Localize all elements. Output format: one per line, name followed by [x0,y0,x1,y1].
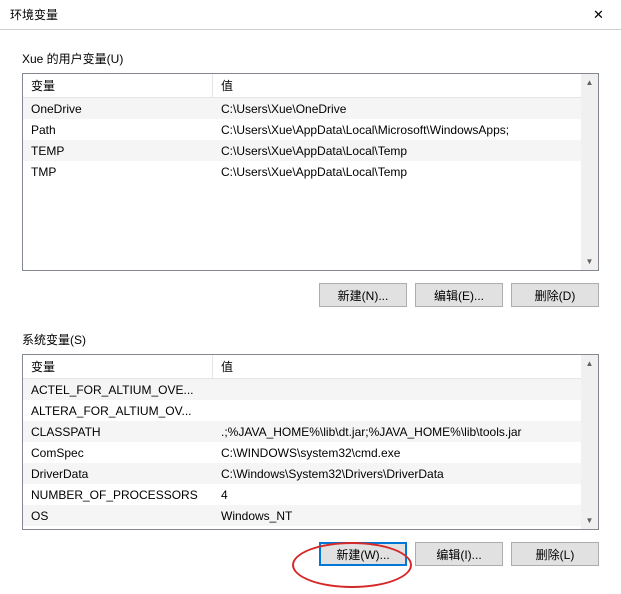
var-value [213,388,598,392]
var-value: C:\Windows\System32\Drivers\DriverData [213,465,598,483]
system-vars-table[interactable]: 变量 值 ACTEL_FOR_ALTIUM_OVE... ALTERA_FOR_… [22,354,599,530]
system-edit-button[interactable]: 编辑(I)... [415,542,503,566]
var-value: C:\WINDOWS\system32\cmd.exe [213,444,598,462]
var-name: OneDrive [23,100,213,118]
user-edit-button[interactable]: 编辑(E)... [415,283,503,307]
table-row[interactable]: OneDrive C:\Users\Xue\OneDrive [23,98,598,119]
table-row[interactable]: ALTERA_FOR_ALTIUM_OV... [23,400,598,421]
dialog-content: Xue 的用户变量(U) 变量 值 OneDrive C:\Users\Xue\… [0,30,621,586]
var-name: OS [23,507,213,525]
close-button[interactable]: ✕ [576,0,621,30]
var-value: .;%JAVA_HOME%\lib\dt.jar;%JAVA_HOME%\lib… [213,423,598,441]
user-delete-button[interactable]: 删除(D) [511,283,599,307]
var-value [213,409,598,413]
var-value: C:\Users\Xue\AppData\Local\Temp [213,163,598,181]
var-name: ACTEL_FOR_ALTIUM_OVE... [23,381,213,399]
var-name: Path [23,121,213,139]
scroll-down-icon[interactable]: ▼ [581,253,598,270]
system-delete-button[interactable]: 删除(L) [511,542,599,566]
user-col-variable[interactable]: 变量 [23,73,213,98]
user-col-value[interactable]: 值 [213,73,598,98]
titlebar: 环境变量 ✕ [0,0,621,30]
user-scrollbar[interactable]: ▲ ▼ [581,74,598,270]
table-row[interactable]: TMP C:\Users\Xue\AppData\Local\Temp [23,161,598,182]
system-new-button[interactable]: 新建(W)... [319,542,407,566]
system-col-value[interactable]: 值 [213,354,598,379]
system-table-body: ACTEL_FOR_ALTIUM_OVE... ALTERA_FOR_ALTIU… [23,379,598,526]
var-name: TEMP [23,142,213,160]
scroll-up-icon[interactable]: ▲ [581,355,598,372]
table-row[interactable]: NUMBER_OF_PROCESSORS 4 [23,484,598,505]
system-table-header: 变量 值 [23,355,598,379]
table-row[interactable]: DriverData C:\Windows\System32\Drivers\D… [23,463,598,484]
close-icon: ✕ [593,7,604,23]
var-value: C:\Users\Xue\AppData\Local\Microsoft\Win… [213,121,598,139]
window-title: 环境变量 [10,6,58,23]
var-name: DriverData [23,465,213,483]
table-row[interactable]: Path C:\Users\Xue\AppData\Local\Microsof… [23,119,598,140]
system-col-variable[interactable]: 变量 [23,354,213,379]
scroll-down-icon[interactable]: ▼ [581,512,598,529]
table-row[interactable]: CLASSPATH .;%JAVA_HOME%\lib\dt.jar;%JAVA… [23,421,598,442]
table-row[interactable]: TEMP C:\Users\Xue\AppData\Local\Temp [23,140,598,161]
var-name: CLASSPATH [23,423,213,441]
table-row[interactable]: OS Windows_NT [23,505,598,526]
system-scrollbar[interactable]: ▲ ▼ [581,355,598,529]
user-button-row: 新建(N)... 编辑(E)... 删除(D) [22,283,599,307]
var-name: TMP [23,163,213,181]
user-vars-table[interactable]: 变量 值 OneDrive C:\Users\Xue\OneDrive Path… [22,73,599,271]
var-name: ComSpec [23,444,213,462]
user-vars-label: Xue 的用户变量(U) [22,50,599,67]
system-vars-label: 系统变量(S) [22,331,599,348]
var-value: Windows_NT [213,507,598,525]
table-row[interactable]: ComSpec C:\WINDOWS\system32\cmd.exe [23,442,598,463]
var-value: C:\Users\Xue\OneDrive [213,100,598,118]
var-value: 4 [213,486,598,504]
user-new-button[interactable]: 新建(N)... [319,283,407,307]
user-table-header: 变量 值 [23,74,598,98]
system-button-row: 新建(W)... 编辑(I)... 删除(L) [22,542,599,566]
var-name: ALTERA_FOR_ALTIUM_OV... [23,402,213,420]
table-row[interactable]: ACTEL_FOR_ALTIUM_OVE... [23,379,598,400]
scroll-up-icon[interactable]: ▲ [581,74,598,91]
user-table-body: OneDrive C:\Users\Xue\OneDrive Path C:\U… [23,98,598,182]
var-name: NUMBER_OF_PROCESSORS [23,486,213,504]
var-value: C:\Users\Xue\AppData\Local\Temp [213,142,598,160]
